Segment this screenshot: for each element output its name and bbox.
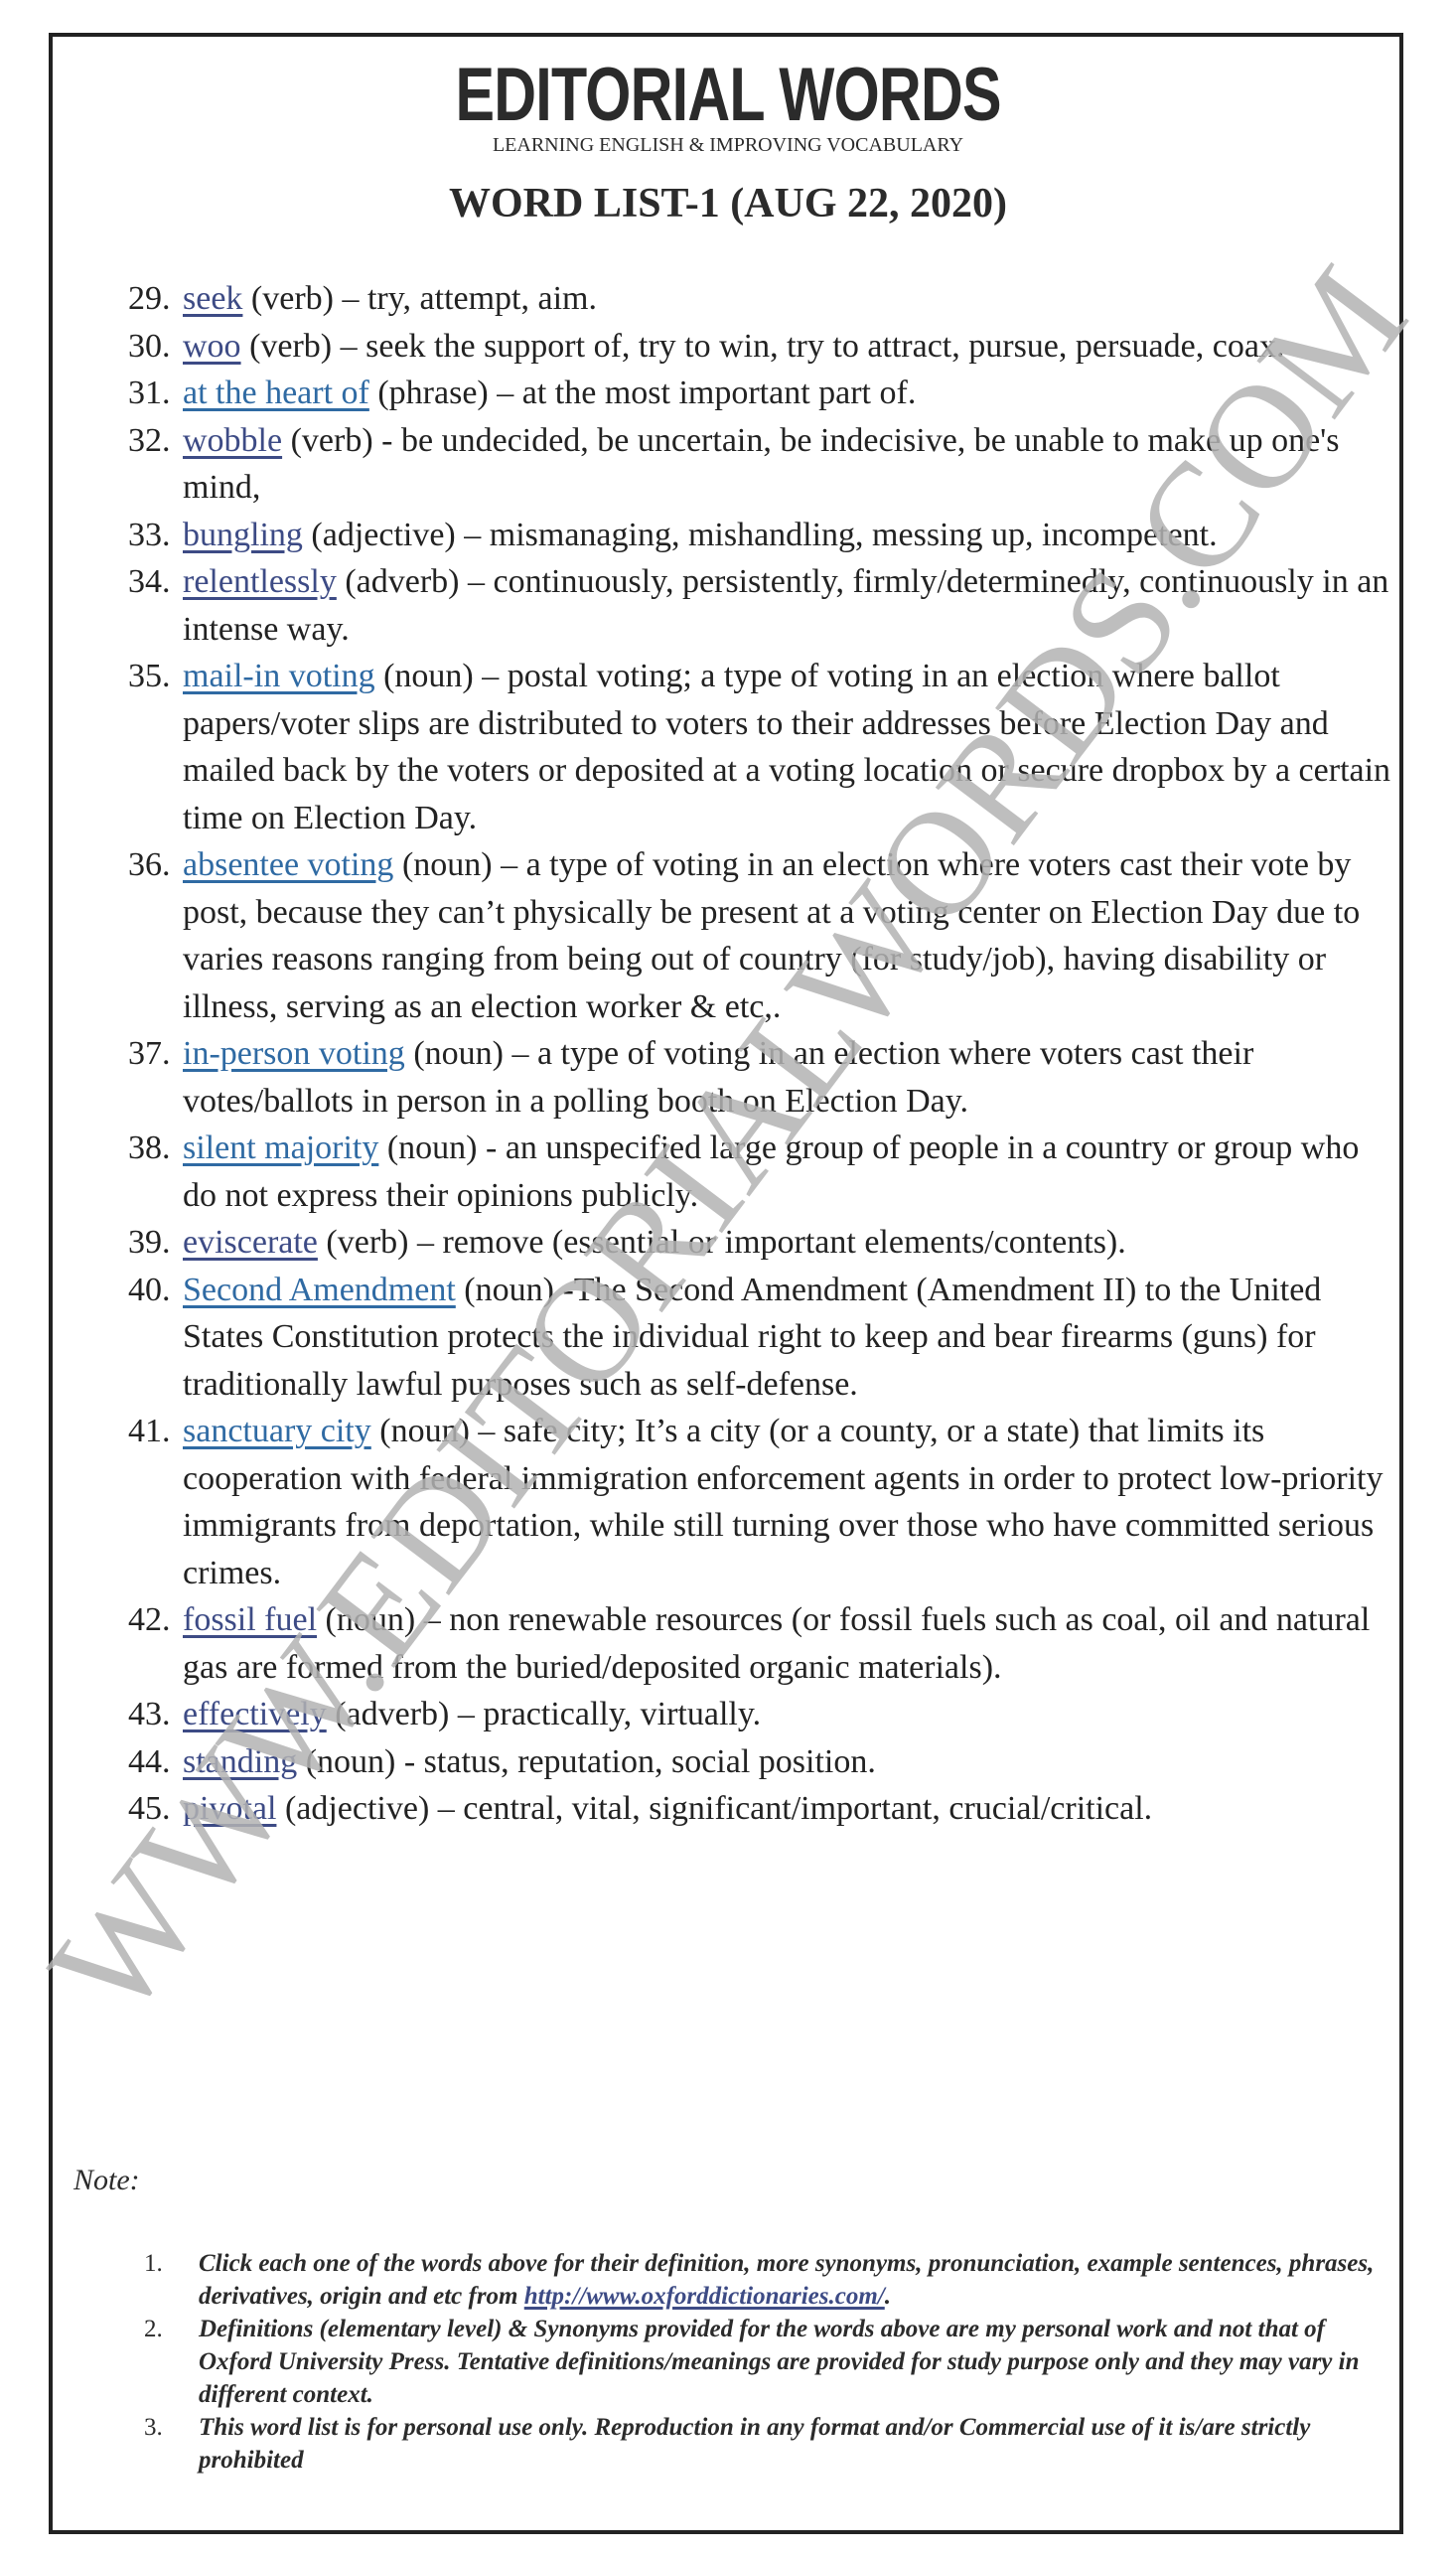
word-definition: (verb) – seek the support of, try to win… bbox=[240, 327, 1285, 365]
word-number: 32. bbox=[128, 421, 171, 459]
word-entry: 37. in-person voting (noun) – a type of v… bbox=[123, 1030, 1394, 1125]
word-link[interactable]: effectively bbox=[183, 1696, 327, 1732]
word-entry: 40. Second Amendment (noun) -The Second A… bbox=[123, 1267, 1394, 1409]
word-number: 29. bbox=[128, 280, 171, 317]
word-entry: 39. eviscerate (verb) – remove (essential… bbox=[123, 1219, 1394, 1267]
word-link[interactable]: Second Amendment bbox=[183, 1272, 456, 1308]
note-number: 1. bbox=[144, 2250, 163, 2277]
notes-list: 1. Click each one of the words above for … bbox=[139, 2247, 1381, 2477]
word-number: 35. bbox=[128, 658, 171, 694]
word-link[interactable]: seek bbox=[183, 280, 242, 317]
word-number: 36. bbox=[128, 846, 171, 883]
word-entry: 45. pivotal (adjective) – central, vital,… bbox=[123, 1785, 1394, 1833]
note-heading: Note: bbox=[73, 2164, 140, 2196]
word-link[interactable]: standing bbox=[183, 1743, 297, 1780]
word-link[interactable]: at the heart of bbox=[183, 375, 369, 411]
brand-header: EDITORIAL WORDS bbox=[0, 58, 1456, 133]
word-definition: (phrase) – at the most important part of… bbox=[368, 375, 917, 411]
note-item: 3. This word list is for personal use onl… bbox=[139, 2411, 1381, 2477]
word-entry: 29. seek (verb) – try, attempt, aim. bbox=[123, 275, 1394, 323]
word-definition: (verb) – remove (essential or important … bbox=[317, 1224, 1126, 1261]
word-link[interactable]: in-person voting bbox=[183, 1035, 405, 1072]
word-number: 34. bbox=[128, 563, 171, 600]
note-trailing-punctuation: . bbox=[884, 2283, 891, 2310]
word-number: 37. bbox=[128, 1035, 171, 1072]
brand-logo-text: EDITORIAL WORDS bbox=[455, 53, 1001, 137]
word-number: 45. bbox=[128, 1790, 171, 1827]
word-entry: 35. mail-in voting (noun) – postal voting… bbox=[123, 653, 1394, 841]
word-entry: 31. at the heart of (phrase) – at the mos… bbox=[123, 370, 1394, 417]
word-link[interactable]: bungling bbox=[183, 517, 303, 553]
word-entry: 38. silent majority (noun) - an unspecifi… bbox=[123, 1125, 1394, 1219]
word-number: 31. bbox=[128, 375, 171, 411]
word-definition: (noun) – non renewable resources (or fos… bbox=[183, 1601, 1371, 1686]
word-number: 44. bbox=[128, 1742, 171, 1780]
word-number: 39. bbox=[128, 1224, 171, 1261]
word-number: 42. bbox=[128, 1601, 171, 1638]
word-link[interactable]: pivotal bbox=[183, 1790, 276, 1827]
word-number: 33. bbox=[128, 516, 171, 553]
word-definition: (noun) - status, reputation, social posi… bbox=[297, 1742, 876, 1780]
note-text: Definitions (elementary level) & Synonym… bbox=[199, 2316, 1360, 2408]
word-number: 43. bbox=[128, 1696, 171, 1732]
note-item: 2. Definitions (elementary level) & Synon… bbox=[139, 2313, 1381, 2411]
word-definition: (adverb) – continuously, persistently, f… bbox=[183, 563, 1389, 648]
word-link[interactable]: absentee voting bbox=[183, 846, 393, 883]
word-number: 40. bbox=[128, 1271, 171, 1308]
word-link[interactable]: relentlessly bbox=[183, 563, 337, 600]
word-entry: 32. wobble (verb) - be undecided, be unce… bbox=[123, 417, 1394, 512]
word-link[interactable]: silent majority bbox=[183, 1129, 378, 1166]
word-link[interactable]: mail-in voting bbox=[183, 658, 375, 694]
word-entry: 34. relentlessly (adverb) – continuously,… bbox=[123, 558, 1394, 653]
word-definition: (adverb) – practically, virtually. bbox=[326, 1696, 762, 1732]
word-link[interactable]: wobble bbox=[183, 422, 282, 459]
word-entry: 42. fossil fuel (noun) – non renewable re… bbox=[123, 1596, 1394, 1691]
word-entry: 41. sanctuary city (noun) – safe city; It… bbox=[123, 1408, 1394, 1596]
word-definition: (verb) - be undecided, be uncertain, be … bbox=[183, 421, 1340, 507]
page-title: WORD LIST-1 (AUG 22, 2020) bbox=[449, 181, 1007, 226]
word-entry: 33. bungling (adjective) – mismanaging, m… bbox=[123, 512, 1394, 559]
word-entry: 44. standing (noun) - status, reputation,… bbox=[123, 1738, 1394, 1786]
document-page: EDITORIAL WORDS LEARNING ENGLISH & IMPRO… bbox=[0, 0, 1456, 2556]
word-entry: 43. effectively (adverb) – practically, v… bbox=[123, 1691, 1394, 1738]
oxford-dictionaries-link[interactable]: http://www.oxforddictionaries.com/ bbox=[524, 2283, 885, 2310]
brand-tagline: LEARNING ENGLISH & IMPROVING VOCABULARY bbox=[492, 134, 964, 156]
word-entry: 36. absentee voting (noun) – a type of vo… bbox=[123, 841, 1394, 1030]
word-number: 41. bbox=[128, 1413, 171, 1449]
note-number: 2. bbox=[144, 2316, 163, 2342]
word-definition: (adjective) – central, vital, significan… bbox=[276, 1790, 1153, 1827]
note-item: 1. Click each one of the words above for … bbox=[139, 2247, 1381, 2313]
note-text: This word list is for personal use only.… bbox=[199, 2414, 1311, 2474]
word-definition: (adjective) – mismanaging, mishandling, … bbox=[302, 516, 1218, 553]
word-link[interactable]: woo bbox=[183, 328, 241, 365]
word-link[interactable]: eviscerate bbox=[183, 1224, 318, 1261]
word-entry: 30. woo (verb) – seek the support of, try… bbox=[123, 323, 1394, 371]
word-number: 30. bbox=[128, 327, 171, 365]
note-number: 3. bbox=[144, 2414, 163, 2441]
word-link[interactable]: fossil fuel bbox=[183, 1601, 317, 1638]
word-number: 38. bbox=[128, 1129, 171, 1166]
word-list: 29. seek (verb) – try, attempt, aim. 30. wo… bbox=[123, 275, 1394, 1833]
word-definition: (verb) – try, attempt, aim. bbox=[242, 280, 597, 317]
word-link[interactable]: sanctuary city bbox=[183, 1413, 371, 1449]
